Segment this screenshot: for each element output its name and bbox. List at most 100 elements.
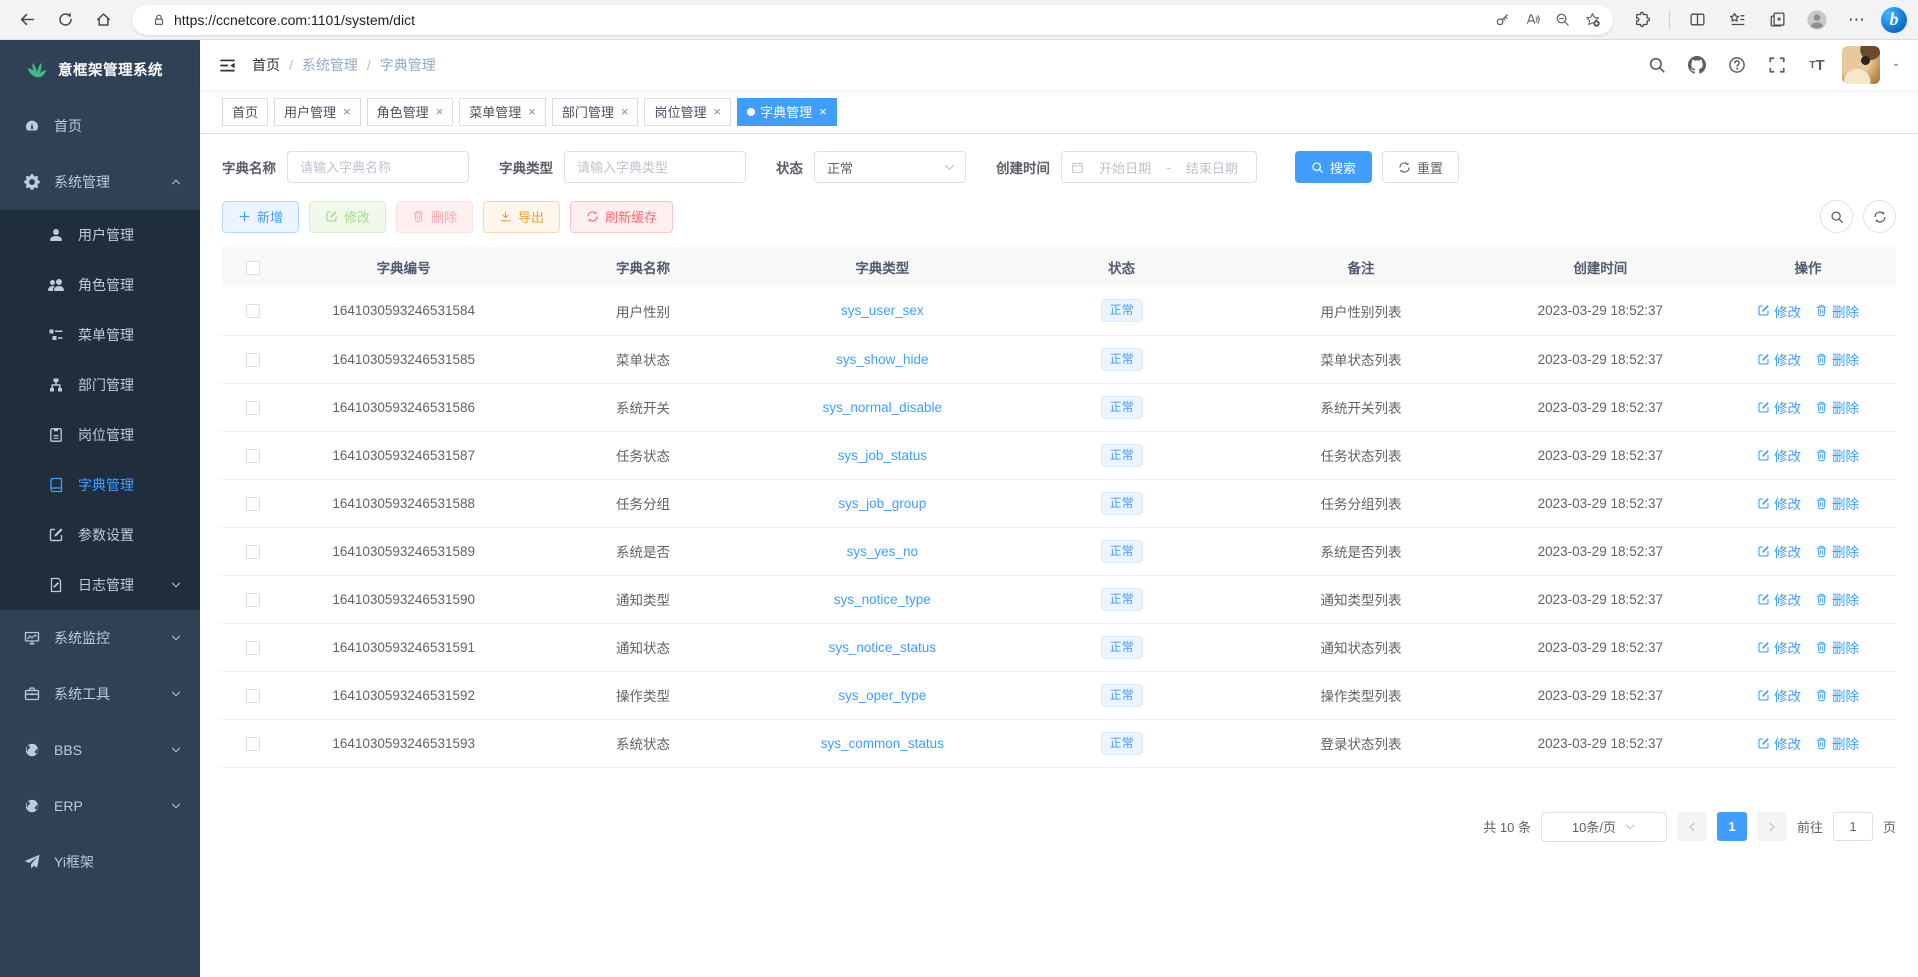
row-edit-button[interactable]: 修改 — [1757, 445, 1801, 465]
next-page-button[interactable] — [1757, 812, 1787, 841]
row-delete-button[interactable]: 删除 — [1815, 397, 1859, 417]
row-delete-button[interactable]: 删除 — [1815, 589, 1859, 609]
row-delete-button[interactable]: 删除 — [1815, 685, 1859, 705]
dict-type-link[interactable]: sys_job_group — [838, 496, 926, 511]
row-checkbox[interactable] — [246, 401, 260, 415]
row-edit-button[interactable]: 修改 — [1757, 301, 1801, 321]
extensions-button[interactable] — [1625, 4, 1659, 36]
dict-type-link[interactable]: sys_common_status — [821, 736, 944, 751]
tab-字典管理[interactable]: 字典管理× — [737, 98, 837, 126]
page-number-current[interactable]: 1 — [1717, 812, 1747, 841]
browser-reload-button[interactable] — [48, 4, 82, 36]
page-size-select[interactable]: 10条/页 — [1541, 812, 1667, 842]
sidebar-item-yi[interactable]: Yi框架 — [0, 834, 200, 890]
help-button[interactable] — [1722, 50, 1752, 80]
dict-type-link[interactable]: sys_oper_type — [838, 688, 926, 703]
tab-岗位管理[interactable]: 岗位管理× — [644, 98, 731, 126]
sidebar-fold-button[interactable] — [214, 52, 240, 78]
password-manager-button[interactable] — [1487, 7, 1517, 33]
app-logo[interactable]: 意框架管理系统 — [0, 40, 200, 98]
sidebar-item-erp[interactable]: ERP — [0, 778, 200, 834]
sidebar-item-log[interactable]: 日志管理 — [0, 560, 200, 610]
user-avatar[interactable] — [1842, 46, 1880, 84]
row-edit-button[interactable]: 修改 — [1757, 349, 1801, 369]
tab-close-icon[interactable]: × — [713, 104, 721, 119]
row-edit-button[interactable]: 修改 — [1757, 589, 1801, 609]
edit-button[interactable]: 修改 — [309, 201, 386, 233]
header-search-button[interactable] — [1642, 50, 1672, 80]
row-delete-button[interactable]: 删除 — [1815, 733, 1859, 753]
row-edit-button[interactable]: 修改 — [1757, 733, 1801, 753]
tab-菜单管理[interactable]: 菜单管理× — [459, 98, 546, 126]
tab-close-icon[interactable]: × — [436, 104, 444, 119]
tab-用户管理[interactable]: 用户管理× — [274, 98, 361, 126]
search-button[interactable]: 搜索 — [1295, 151, 1372, 183]
sidebar-item-user[interactable]: 用户管理 — [0, 210, 200, 260]
row-checkbox[interactable] — [246, 593, 260, 607]
row-delete-button[interactable]: 删除 — [1815, 445, 1859, 465]
row-checkbox[interactable] — [246, 497, 260, 511]
dict-name-input[interactable] — [287, 151, 469, 183]
sidebar-item-home[interactable]: 首页 — [0, 98, 200, 154]
prev-page-button[interactable] — [1677, 812, 1707, 841]
sidebar-item-bbs[interactable]: BBS — [0, 722, 200, 778]
browser-back-button[interactable] — [10, 4, 44, 36]
export-button[interactable]: 导出 — [483, 201, 560, 233]
tab-close-icon[interactable]: × — [819, 104, 827, 119]
row-delete-button[interactable]: 删除 — [1815, 637, 1859, 657]
font-size-button[interactable]: TT — [1802, 50, 1832, 80]
tab-部门管理[interactable]: 部门管理× — [552, 98, 639, 126]
sidebar-item-config[interactable]: 参数设置 — [0, 510, 200, 560]
breadcrumb-item[interactable]: 首页 — [252, 55, 280, 75]
sidebar-item-dict[interactable]: 字典管理 — [0, 460, 200, 510]
bing-chat-button[interactable]: b — [1880, 6, 1908, 34]
row-edit-button[interactable]: 修改 — [1757, 541, 1801, 561]
tab-首页[interactable]: 首页 — [222, 98, 268, 126]
dict-type-input[interactable] — [564, 151, 746, 183]
reset-button[interactable]: 重置 — [1382, 151, 1459, 183]
sidebar-item-system[interactable]: 系统管理 — [0, 154, 200, 210]
address-bar[interactable]: https://ccnetcore.com:1101/system/dict — [132, 5, 1613, 35]
sidebar-item-menu[interactable]: 菜单管理 — [0, 310, 200, 360]
site-security-button[interactable] — [144, 7, 174, 33]
row-edit-button[interactable]: 修改 — [1757, 397, 1801, 417]
sidebar-item-monitor[interactable]: 系统监控 — [0, 610, 200, 666]
favorites-bar-button[interactable] — [1720, 4, 1754, 36]
collections-button[interactable] — [1760, 4, 1794, 36]
row-checkbox[interactable] — [246, 689, 260, 703]
split-screen-button[interactable] — [1680, 4, 1714, 36]
toggle-search-button[interactable] — [1820, 200, 1853, 233]
read-aloud-button[interactable] — [1517, 7, 1547, 33]
sidebar-item-post[interactable]: 岗位管理 — [0, 410, 200, 460]
sidebar-item-role[interactable]: 角色管理 — [0, 260, 200, 310]
sidebar-item-dept[interactable]: 部门管理 — [0, 360, 200, 410]
row-delete-button[interactable]: 删除 — [1815, 493, 1859, 513]
delete-button[interactable]: 删除 — [396, 201, 473, 233]
row-edit-button[interactable]: 修改 — [1757, 493, 1801, 513]
browser-profile-button[interactable] — [1800, 4, 1834, 36]
row-delete-button[interactable]: 删除 — [1815, 301, 1859, 321]
browser-home-button[interactable] — [86, 4, 120, 36]
browser-menu-button[interactable]: ⋯ — [1840, 4, 1874, 36]
add-button[interactable]: 新增 — [222, 201, 299, 233]
row-checkbox[interactable] — [246, 449, 260, 463]
row-edit-button[interactable]: 修改 — [1757, 637, 1801, 657]
dict-type-link[interactable]: sys_yes_no — [847, 544, 918, 559]
dict-type-link[interactable]: sys_job_status — [838, 448, 927, 463]
fullscreen-button[interactable] — [1762, 50, 1792, 80]
tab-close-icon[interactable]: × — [343, 104, 351, 119]
status-select[interactable]: 正常 — [814, 151, 966, 183]
sidebar-item-tool[interactable]: 系统工具 — [0, 666, 200, 722]
row-checkbox[interactable] — [246, 737, 260, 751]
zoom-out-button[interactable] — [1547, 7, 1577, 33]
avatar-caret-down-icon[interactable] — [1890, 59, 1902, 71]
goto-page-input[interactable] — [1833, 812, 1873, 841]
add-favorite-button[interactable] — [1577, 7, 1607, 33]
dict-type-link[interactable]: sys_show_hide — [836, 352, 928, 367]
refresh-table-button[interactable] — [1863, 200, 1896, 233]
date-range-picker[interactable]: 开始日期 - 结束日期 — [1061, 151, 1257, 183]
row-delete-button[interactable]: 删除 — [1815, 349, 1859, 369]
select-all-checkbox[interactable] — [246, 261, 260, 275]
tab-close-icon[interactable]: × — [621, 104, 629, 119]
dict-type-link[interactable]: sys_notice_type — [834, 592, 931, 607]
